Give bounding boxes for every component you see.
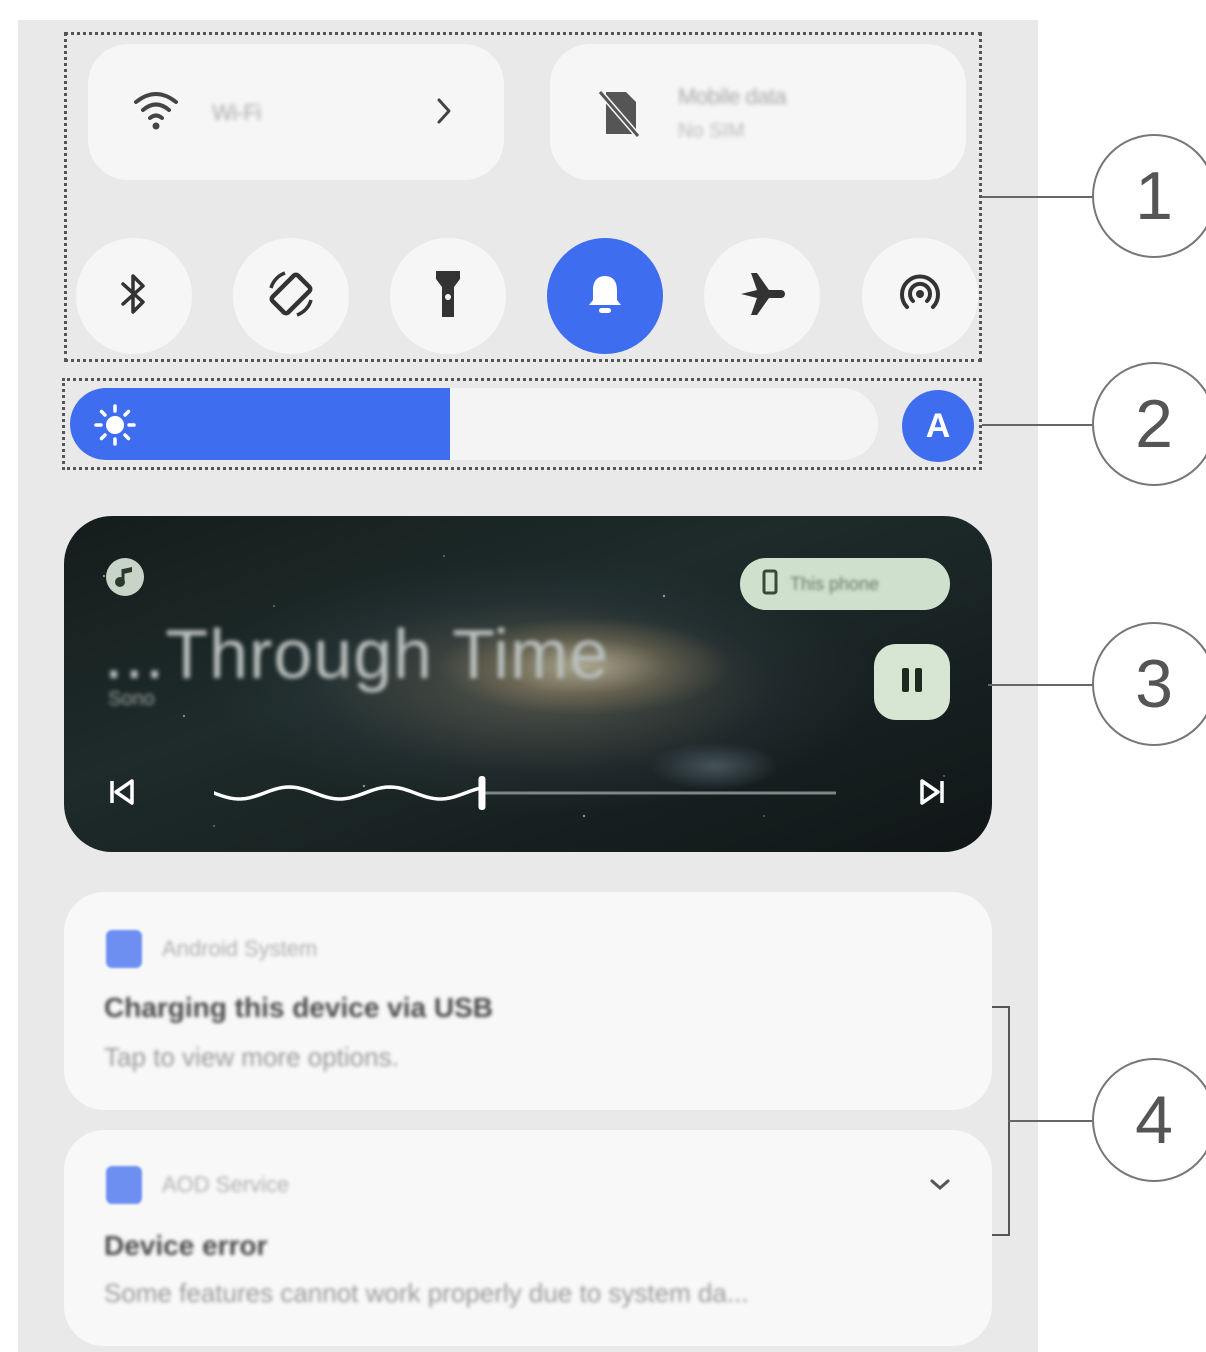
skip-previous-icon <box>106 776 138 813</box>
callout-4-leader <box>1008 1120 1094 1122</box>
mobile-data-sublabel: No SIM <box>678 120 745 142</box>
sun-icon <box>94 404 136 451</box>
media-player: This phone ...Through Time Sono <box>64 516 992 852</box>
progress-played <box>214 785 480 801</box>
mobile-data-tile[interactable]: Mobile data No SIM <box>550 44 966 180</box>
output-device-chip[interactable]: This phone <box>740 558 950 610</box>
track-title: ...Through Time <box>104 615 610 693</box>
rotate-icon <box>263 266 319 327</box>
output-device-label: This phone <box>790 573 880 594</box>
figure: Wi-Fi Mobile data No SIM A This phone ..… <box>0 0 1206 1352</box>
callout-2: 2 <box>1092 362 1206 486</box>
notification-device-error[interactable]: AOD Service Device error Some features c… <box>64 1130 992 1346</box>
auto-rotate-toggle[interactable] <box>233 238 349 354</box>
notification-title: Charging this device via USB <box>104 992 493 1023</box>
callout-4-bracket-bottom <box>992 1234 1010 1236</box>
bluetooth-icon <box>117 270 151 323</box>
no-sim-icon <box>596 88 642 143</box>
mobile-data-label: Mobile data <box>678 84 787 109</box>
previous-track-button[interactable] <box>102 774 142 814</box>
hotspot-icon <box>895 269 945 324</box>
wifi-label: Wi-Fi <box>212 100 261 125</box>
flashlight-icon <box>433 267 463 326</box>
chevron-down-icon[interactable] <box>928 1176 952 1197</box>
music-note-icon <box>106 558 144 596</box>
ring-toggle[interactable] <box>547 238 663 354</box>
pause-button[interactable] <box>874 644 950 720</box>
notification-usb-charging[interactable]: Android System Charging this device via … <box>64 892 992 1110</box>
wifi-tile[interactable]: Wi-Fi <box>88 44 504 180</box>
hotspot-toggle[interactable] <box>862 238 978 354</box>
next-track-button[interactable] <box>912 774 952 814</box>
callout-1-leader <box>982 196 1094 198</box>
airplane-toggle[interactable] <box>704 238 820 354</box>
callout-4: 4 <box>1092 1058 1206 1182</box>
flashlight-toggle[interactable] <box>390 238 506 354</box>
chevron-right-icon[interactable] <box>434 96 454 131</box>
auto-brightness-button[interactable]: A <box>902 390 974 462</box>
bell-icon <box>585 272 625 321</box>
notification-text: Tap to view more options. <box>104 1042 399 1072</box>
callout-3: 3 <box>1092 622 1206 746</box>
media-progress-bar[interactable] <box>214 766 844 820</box>
bluetooth-toggle[interactable] <box>76 238 192 354</box>
brightness-slider[interactable] <box>70 388 878 460</box>
pause-icon <box>898 665 926 700</box>
skip-next-icon <box>916 776 948 813</box>
notification-app-name: AOD Service <box>162 1172 290 1197</box>
notification-title: Device error <box>104 1230 268 1261</box>
aod-service-icon <box>106 1166 142 1204</box>
airplane-icon <box>737 269 787 324</box>
callout-3-leader <box>988 684 1094 686</box>
notification-text: Some features cannot work properly due t… <box>104 1278 749 1308</box>
phone-icon <box>762 569 778 600</box>
callout-2-leader <box>982 424 1094 426</box>
callout-1: 1 <box>1092 134 1206 258</box>
track-artist: Sono <box>108 688 155 710</box>
progress-thumb[interactable] <box>478 776 486 810</box>
wifi-icon <box>132 88 180 137</box>
android-system-icon <box>106 930 142 968</box>
notification-app-name: Android System <box>162 936 318 961</box>
